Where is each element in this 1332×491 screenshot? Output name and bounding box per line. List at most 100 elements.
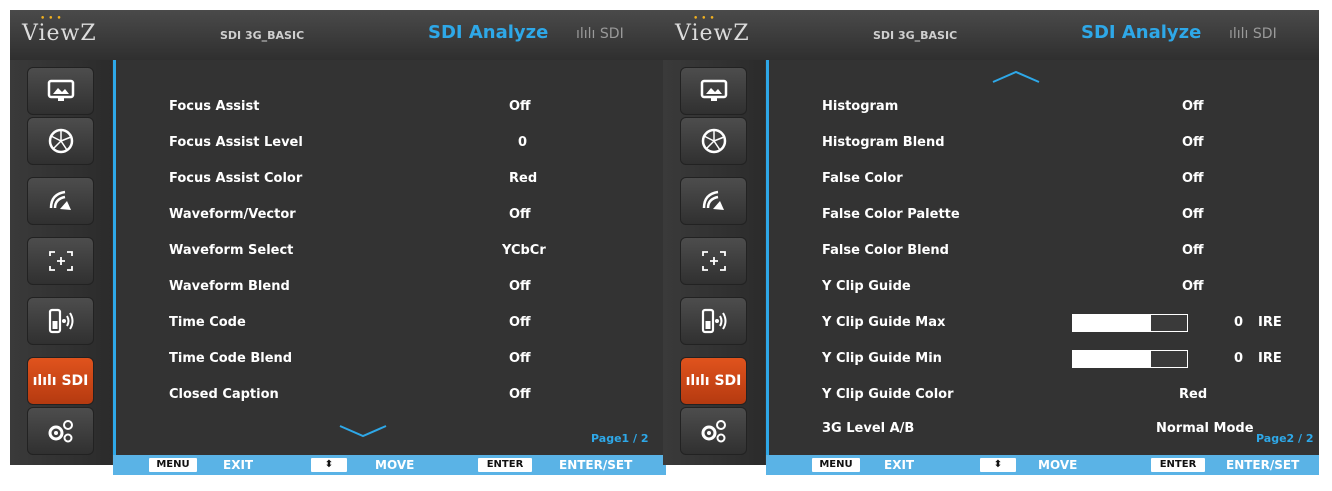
tab-color[interactable] (680, 117, 747, 165)
tab-marker[interactable] (680, 237, 747, 285)
osd-panel-page-2: • • • ViewZ SDI 3G_BASIC SDI Analyze ılı… (663, 10, 1319, 475)
tab-sdi[interactable]: ılılı SDI (680, 357, 747, 405)
menu-row[interactable]: Y Clip Guide Max 0 IRE (822, 313, 1292, 333)
tab-picture[interactable] (680, 67, 747, 115)
slider-fill (1073, 351, 1151, 367)
menu-row[interactable]: False Color Palette Off (822, 205, 1292, 225)
row-label: Time Code (169, 315, 246, 330)
exit-label: EXIT (223, 458, 254, 472)
menu-row[interactable]: Closed Caption Off (169, 385, 639, 405)
row-value: Off (509, 279, 531, 294)
scroll-up-icon[interactable] (991, 70, 1041, 84)
menu-row[interactable]: Y Clip Guide Color Red (822, 385, 1292, 405)
logo-text: ViewZ (675, 21, 750, 46)
row-label: Closed Caption (169, 387, 279, 402)
color-wheel-icon (701, 128, 726, 154)
enter-key[interactable]: ENTER (478, 458, 532, 472)
row-label: 3G Level A/B (822, 421, 915, 436)
menu-row[interactable]: Histogram Off (822, 97, 1292, 117)
mode-badge: ılılı SDI (576, 26, 624, 42)
logo-text: ViewZ (22, 21, 97, 46)
logo-dots-icon: • • • (693, 14, 715, 24)
row-value: Off (509, 99, 531, 114)
menu-row[interactable]: False Color Blend Off (822, 241, 1292, 261)
menu-content: Focus Assist Off Focus Assist Level 0 Fo… (113, 60, 666, 455)
marker-icon (701, 251, 726, 271)
menu-row[interactable]: Y Clip Guide Off (822, 277, 1292, 297)
audio-icon (702, 190, 724, 210)
settings-icon (701, 420, 726, 443)
input-format-label: SDI 3G_BASIC (220, 29, 305, 42)
osd-footer: MENU EXIT ⬍ MOVE ENTER ENTER/SET (113, 455, 666, 475)
tab-picture[interactable] (27, 67, 94, 115)
tab-audio[interactable] (27, 177, 94, 225)
menu-row[interactable]: Time Code Off (169, 313, 639, 333)
clip-max-slider[interactable] (1072, 314, 1188, 332)
row-value: 0 (518, 135, 528, 150)
menu-row[interactable]: Waveform Select YCbCr (169, 241, 639, 261)
tab-settings[interactable] (27, 407, 94, 455)
move-key-icon[interactable]: ⬍ (311, 458, 347, 472)
menu-row[interactable]: Waveform/Vector Off (169, 205, 639, 225)
osd-screens: • • • ViewZ SDI 3G_BASIC SDI Analyze ılı… (0, 0, 1332, 491)
row-value: Off (1182, 171, 1204, 186)
menu-row[interactable]: Time Code Blend Off (169, 349, 639, 369)
tab-marker[interactable] (27, 237, 94, 285)
row-label: False Color (822, 171, 903, 186)
logo-dots-icon: • • • (40, 14, 62, 24)
menu-row[interactable]: Focus Assist Off (169, 97, 639, 117)
row-label: False Color Blend (822, 243, 949, 258)
menu-row[interactable]: Focus Assist Color Red (169, 169, 639, 189)
picture-icon (700, 79, 727, 101)
tab-remote[interactable] (680, 297, 747, 345)
menu-key[interactable]: MENU (812, 458, 860, 472)
brand-logo: • • • ViewZ (675, 14, 750, 46)
menu-title: SDI Analyze (1081, 22, 1202, 43)
tab-sdi-label: ılılı SDI (685, 373, 742, 389)
row-value: Off (1182, 243, 1204, 258)
row-number: 0 (1234, 351, 1244, 366)
tab-audio[interactable] (680, 177, 747, 225)
tab-color[interactable] (27, 117, 94, 165)
menu-key[interactable]: MENU (149, 458, 197, 472)
menu-row[interactable]: Focus Assist Level 0 (169, 133, 639, 153)
settings-icon (48, 420, 73, 443)
remote-icon (701, 308, 726, 334)
row-unit: IRE (1258, 351, 1282, 366)
row-number: 0 (1234, 315, 1244, 330)
row-label: Y Clip Guide Min (822, 351, 942, 366)
marker-icon (48, 251, 73, 271)
row-label: Histogram (822, 99, 899, 114)
row-value: Off (1182, 99, 1204, 114)
menu-title: SDI Analyze (428, 22, 549, 43)
brand-logo: • • • ViewZ (22, 14, 97, 46)
menu-row[interactable]: Waveform Blend Off (169, 277, 639, 297)
row-value: Off (1182, 279, 1204, 294)
tab-remote[interactable] (27, 297, 94, 345)
row-value: YCbCr (502, 243, 546, 258)
row-label: Waveform/Vector (169, 207, 296, 222)
osd-header: • • • ViewZ SDI 3G_BASIC SDI Analyze ılı… (663, 10, 1319, 60)
row-value: Off (509, 207, 531, 222)
menu-content: Histogram Off Histogram Blend Off False … (766, 60, 1319, 455)
menu-row[interactable]: Y Clip Guide Min 0 IRE (822, 349, 1292, 369)
move-key-icon[interactable]: ⬍ (980, 458, 1016, 472)
menu-row[interactable]: Histogram Blend Off (822, 133, 1292, 153)
tab-settings[interactable] (680, 407, 747, 455)
menu-row[interactable]: False Color Off (822, 169, 1292, 189)
row-value: Red (1179, 387, 1208, 402)
osd-footer: MENU EXIT ⬍ MOVE ENTER ENTER/SET (766, 455, 1319, 475)
clip-min-slider[interactable] (1072, 350, 1188, 368)
color-wheel-icon (48, 128, 73, 154)
enter-set-label: ENTER/SET (1226, 458, 1300, 472)
audio-icon (49, 190, 71, 210)
menu-row[interactable]: 3G Level A/B Normal Mode (822, 419, 1292, 439)
scroll-down-icon[interactable] (338, 424, 388, 438)
move-label: MOVE (375, 458, 415, 472)
picture-icon (47, 79, 74, 101)
move-label: MOVE (1038, 458, 1078, 472)
tab-sdi[interactable]: ılılı SDI (27, 357, 94, 405)
row-label: Y Clip Guide (822, 279, 911, 294)
enter-key[interactable]: ENTER (1151, 458, 1205, 472)
row-value: Off (509, 315, 531, 330)
